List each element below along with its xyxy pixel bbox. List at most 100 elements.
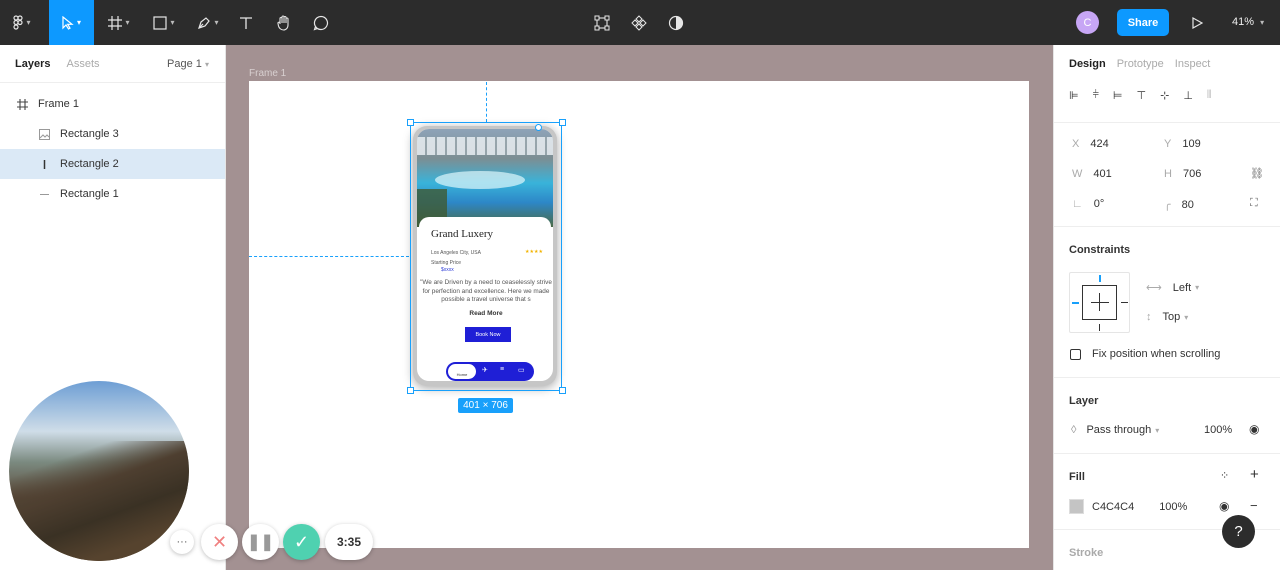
page-selector[interactable]: Page 1 ▾ — [167, 58, 209, 70]
fill-hex[interactable]: C4C4C4 — [1092, 501, 1134, 513]
tab-layers[interactable]: Layers — [15, 58, 50, 70]
pause-button[interactable]: ❚❚ — [242, 524, 279, 560]
page-name: Page 1 — [167, 58, 202, 70]
vertical-constraint-icon: ↕ — [1146, 311, 1152, 323]
resize-handle-bl[interactable] — [407, 387, 414, 394]
frame-icon — [12, 98, 32, 110]
independent-corners-icon[interactable]: ⛶ — [1250, 197, 1258, 210]
stroke-title: Stroke — [1069, 547, 1104, 559]
guide-vertical — [486, 82, 487, 122]
layer-rectangle-2[interactable]: Rectangle 2 — [0, 149, 225, 179]
tab-inspect[interactable]: Inspect — [1175, 58, 1210, 70]
w-field[interactable]: W 401 — [1072, 168, 1112, 180]
frame-label[interactable]: Frame 1 — [249, 68, 286, 79]
hand-icon — [277, 14, 289, 31]
blend-mode-select[interactable]: ◊ Pass through ▾ — [1071, 424, 1159, 436]
tab-design[interactable]: Design — [1069, 58, 1106, 70]
horizontal-constraint-value: Left — [1172, 281, 1192, 294]
fill-opacity[interactable]: 100% — [1159, 501, 1187, 513]
pen-tool-button[interactable]: ▾ — [190, 0, 226, 45]
frame-1[interactable] — [249, 81, 1029, 548]
design-panel: Design Prototype Inspect ⊫ ⫩ ⊨ ⊤ ⊹ ⊥ ⫴ X… — [1053, 45, 1280, 570]
tab-prototype[interactable]: Prototype — [1117, 58, 1164, 70]
style-grid-icon[interactable]: ⁘ — [1220, 469, 1229, 482]
left-panel-tabs: Layers Assets Page 1 ▾ — [0, 45, 225, 83]
layer-rectangle-1[interactable]: Rectangle 1 — [0, 179, 225, 209]
y-field[interactable]: Y 109 — [1164, 138, 1201, 150]
move-tool-button[interactable]: ▾ — [49, 0, 94, 45]
blend-mode-value: Pass through — [1086, 424, 1152, 436]
x-value: 424 — [1090, 138, 1109, 150]
cancel-button[interactable]: ✕ — [201, 524, 238, 560]
cursor-icon — [62, 15, 74, 30]
comment-tool-button[interactable] — [309, 0, 333, 45]
rotation-field[interactable]: ∟ 0° — [1072, 198, 1104, 210]
eye-icon[interactable]: ◉ — [1249, 422, 1259, 436]
fill-swatch[interactable] — [1069, 499, 1084, 514]
w-label: W — [1072, 168, 1083, 180]
layer-section: Layer ◊ Pass through ▾ 100% ◉ — [1054, 377, 1280, 453]
user-avatar[interactable]: C — [1076, 11, 1099, 34]
resize-handle-tl[interactable] — [407, 119, 414, 126]
contrast-icon — [668, 15, 684, 30]
close-icon: ✕ — [211, 531, 228, 552]
resize-handle-br[interactable] — [559, 387, 566, 394]
canvas[interactable]: Frame 1 Grand Luxery Los Angeles City, U… — [226, 45, 1053, 570]
constrain-proportions-icon[interactable]: ⛓ — [1250, 167, 1264, 180]
vertical-constraint-select[interactable]: ↕ Top ▾ — [1146, 311, 1188, 323]
mask-button[interactable] — [664, 0, 688, 45]
layer-opacity-field[interactable]: 100% — [1204, 424, 1232, 436]
finish-button[interactable]: ✓ — [283, 524, 320, 560]
play-icon — [1192, 16, 1203, 29]
layer-rectangle-3[interactable]: Rectangle 3 — [0, 119, 225, 149]
toolbar: ▾ ▾ ▾ ▾ ▾ C Share 41% ▾ — [0, 0, 1280, 45]
help-button[interactable]: ? — [1222, 515, 1255, 548]
more-button[interactable]: ··· — [170, 530, 194, 554]
layer-name: Rectangle 1 — [60, 188, 119, 200]
horizontal-constraint-select[interactable]: ⟷ Left ▾ — [1146, 281, 1199, 295]
layer-opacity-value: 100% — [1204, 424, 1233, 436]
fix-position-label: Fix position when scrolling — [1092, 348, 1221, 360]
x-field[interactable]: X 424 — [1072, 138, 1109, 150]
add-fill-icon[interactable]: + — [1250, 466, 1259, 483]
align-top-icon[interactable]: ⊤ — [1137, 89, 1147, 102]
tab-assets[interactable]: Assets — [66, 58, 99, 70]
h-field[interactable]: H 706 — [1164, 168, 1201, 180]
constraints-title: Constraints — [1069, 244, 1131, 256]
corner-radius-field[interactable]: ╭ 80 — [1164, 198, 1194, 212]
component-icon — [631, 14, 647, 31]
constraint-widget[interactable] — [1069, 272, 1130, 333]
align-left-icon[interactable]: ⊫ — [1069, 89, 1079, 102]
layer-frame-1[interactable]: Frame 1 — [0, 89, 225, 119]
shape-tool-button[interactable]: ▾ — [146, 0, 182, 45]
y-value: 109 — [1182, 138, 1201, 150]
text-tool-button[interactable] — [234, 0, 258, 45]
align-middle-v-icon[interactable]: ⊹ — [1160, 89, 1169, 102]
align-bottom-icon[interactable]: ⊥ — [1183, 89, 1193, 102]
layer-title: Layer — [1069, 395, 1099, 407]
corner-radius-value: 80 — [1181, 198, 1194, 211]
fix-position-checkbox[interactable] — [1070, 348, 1081, 360]
distribute-icon[interactable]: ⫴ — [1207, 89, 1212, 102]
align-right-icon[interactable]: ⊨ — [1113, 89, 1123, 102]
zoom-menu[interactable]: 41% ▾ — [1232, 16, 1264, 28]
create-component-button[interactable] — [627, 0, 651, 45]
frame-tool-button[interactable]: ▾ — [102, 0, 136, 45]
remove-fill-icon[interactable]: − — [1250, 498, 1258, 513]
main-menu-button[interactable]: ▾ — [4, 0, 40, 45]
fix-position-checkbox-row[interactable]: Fix position when scrolling — [1070, 348, 1220, 360]
present-button[interactable] — [1185, 0, 1209, 45]
fill-row[interactable]: C4C4C4 100% — [1069, 499, 1187, 514]
align-center-h-icon[interactable]: ⫩ — [1093, 89, 1099, 102]
resize-handle-tr[interactable] — [559, 119, 566, 126]
selection-box — [410, 122, 562, 391]
corner-radius-handle[interactable] — [535, 124, 542, 131]
h-value: 706 — [1182, 168, 1202, 180]
figma-logo-icon — [13, 15, 24, 30]
share-button[interactable]: Share — [1117, 9, 1169, 36]
hand-tool-button[interactable] — [272, 0, 296, 45]
component-outline-button[interactable] — [590, 0, 614, 45]
pause-icon: ❚❚ — [247, 534, 274, 551]
corner-radius-icon: ╭ — [1164, 199, 1171, 211]
eye-icon[interactable]: ◉ — [1219, 499, 1229, 513]
